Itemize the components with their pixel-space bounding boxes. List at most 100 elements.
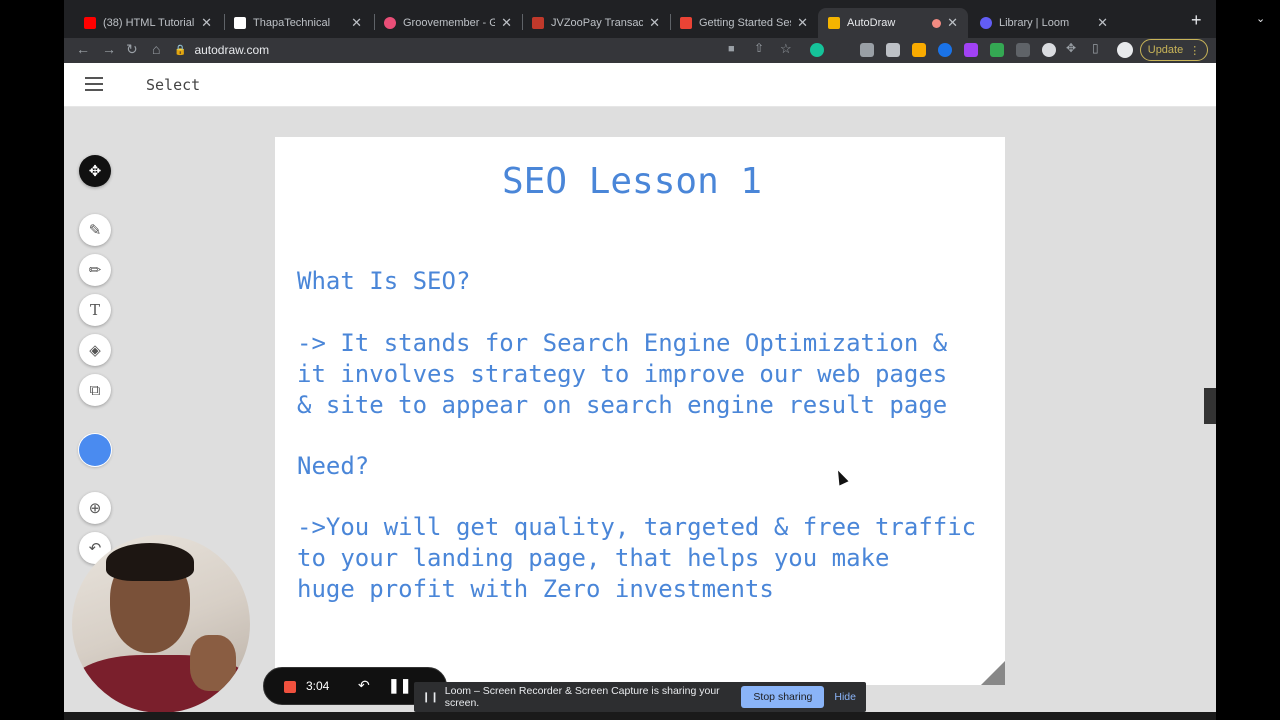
screen-share-notification: ❙❙ Loom – Screen Recorder & Screen Captu… — [414, 682, 866, 712]
close-icon[interactable]: ✕ — [947, 15, 958, 31]
tab-strip: (38) HTML Tutorial fo ✕ ThapaTechnical ✕… — [64, 0, 1265, 38]
tab-title: AutoDraw — [847, 17, 896, 29]
fill-tool[interactable]: ◈ — [79, 334, 111, 366]
tab-groovemember[interactable]: Groovemember - Grou ✕ — [374, 8, 522, 38]
canvas-question-1: What Is SEO? — [297, 267, 471, 295]
autodraw-tool[interactable]: ✎ — [79, 214, 111, 246]
function-ext-icon[interactable] — [1016, 43, 1030, 57]
hide-button[interactable]: Hide — [834, 691, 856, 703]
tab-search-icon[interactable]: ⌄ — [1256, 12, 1265, 25]
canvas-answer-2-line-3: huge profit with Zero investments — [297, 575, 774, 603]
home-icon[interactable]: ⌂ — [152, 41, 160, 57]
extension-icon[interactable] — [912, 43, 926, 57]
canvas-title: SEO Lesson 1 — [502, 161, 763, 202]
mode-label: Select — [146, 76, 201, 94]
bottom-bar — [64, 712, 1216, 720]
tab-html-tutorial[interactable]: (38) HTML Tutorial fo ✕ — [74, 8, 222, 38]
close-icon[interactable]: ✕ — [201, 15, 212, 31]
zoom-in-icon: ⊕ — [88, 500, 102, 517]
tab-title: (38) HTML Tutorial fo — [103, 17, 195, 29]
app-header: Select — [64, 63, 1216, 107]
back-icon[interactable]: ← — [76, 41, 90, 57]
extension-icon[interactable] — [938, 43, 952, 57]
tab-title: ThapaTechnical — [253, 17, 331, 29]
profile-avatar[interactable] — [1117, 42, 1133, 58]
webcam-bubble[interactable] — [72, 535, 250, 713]
extension-icon[interactable] — [990, 43, 1004, 57]
shapes-icon: ⧉ — [89, 381, 101, 399]
canvas-answer-2-line-2: to your landing page, that helps you mak… — [297, 544, 890, 572]
resize-handle-icon[interactable] — [981, 661, 1005, 685]
bookmark-star-icon[interactable]: ☆ — [780, 41, 792, 57]
canvas-answer-2-line-1: ->You will get quality, targeted & free … — [297, 513, 977, 541]
forward-icon[interactable]: → — [102, 41, 116, 57]
type-tool[interactable]: T — [79, 294, 111, 326]
page-icon — [234, 17, 246, 29]
autodraw-icon — [828, 17, 840, 29]
select-tool[interactable]: ✥ — [79, 155, 111, 187]
new-tab-icon[interactable]: + — [1191, 10, 1202, 31]
letterbox-left — [0, 0, 64, 720]
fill-bucket-icon: ◈ — [89, 342, 101, 359]
tab-getting-started[interactable]: Getting Started Sess ✕ — [670, 8, 818, 38]
canvas-question-2: Need? — [297, 452, 370, 480]
extension-icon[interactable] — [1042, 43, 1056, 57]
extensions-puzzle-icon[interactable]: ✥ — [1066, 41, 1076, 55]
recording-icon — [932, 18, 942, 28]
canvas-answer-1-line-2: it involves strategy to improve our web … — [297, 360, 948, 388]
drag-handle-icon[interactable]: ❙❙ — [422, 692, 439, 703]
canvas-answer-1-line-3: & site to appear on search engine result… — [297, 391, 948, 419]
jvzoo-icon — [532, 17, 544, 29]
shape-tool[interactable]: ⧉ — [79, 374, 111, 406]
side-panel-icon[interactable]: ▯ — [1092, 41, 1099, 55]
url-text: autodraw.com — [194, 43, 270, 57]
grammarly-icon[interactable] — [810, 43, 824, 57]
tab-autodraw[interactable]: AutoDraw ✕ — [818, 8, 968, 38]
color-picker[interactable] — [79, 434, 111, 466]
draw-tool[interactable]: ✏ — [79, 254, 111, 286]
camera-icon[interactable]: ■ — [728, 43, 735, 55]
hamburger-menu-icon[interactable] — [85, 77, 103, 91]
scrollbar-thumb[interactable] — [1204, 388, 1216, 424]
address-bar[interactable]: 🔒 autodraw.com — [174, 39, 804, 61]
presenter-hand — [190, 635, 236, 691]
gmail-ext-icon[interactable] — [886, 43, 900, 57]
youtube-icon — [84, 17, 96, 29]
recording-timer: 3:04 — [306, 679, 330, 693]
zoom-tool[interactable]: ⊕ — [79, 492, 111, 524]
tab-jvzoopay[interactable]: JVZooPay Transactio ✕ — [522, 8, 670, 38]
move-arrows-icon: ✥ — [88, 163, 102, 180]
loom-icon — [980, 17, 992, 29]
stop-recording-icon[interactable] — [284, 681, 296, 693]
browser-toolbar: ← → ↻ ⌂ 🔒 autodraw.com ■ ⇧ ☆ ✥ ▯ Update … — [64, 38, 1216, 63]
share-message: Loom – Screen Recorder & Screen Capture … — [444, 685, 720, 709]
close-icon[interactable]: ✕ — [501, 15, 512, 31]
stop-sharing-button[interactable]: Stop sharing — [741, 686, 825, 708]
canvas-answer-1-line-1: -> It stands for Search Engine Optimizat… — [297, 329, 948, 357]
tab-title: Getting Started Sess — [699, 17, 792, 29]
magic-pen-icon: ✎ — [88, 222, 102, 239]
tab-thapatechnical[interactable]: ThapaTechnical ✕ — [224, 8, 372, 38]
tab-loom-library[interactable]: Library | Loom ✕ — [970, 8, 1118, 38]
groove-icon — [384, 17, 396, 29]
lock-icon: 🔒 — [174, 44, 187, 56]
gmail-icon — [680, 17, 692, 29]
reload-icon[interactable]: ↻ — [126, 41, 138, 58]
letterbox-right — [1216, 0, 1280, 720]
presenter-hair — [106, 543, 194, 581]
tab-title: Groovemember - Grou — [403, 17, 496, 29]
drawing-canvas[interactable]: SEO Lesson 1 What Is SEO? -> It stands f… — [275, 137, 1005, 685]
close-icon[interactable]: ✕ — [797, 15, 808, 31]
share-icon[interactable]: ⇧ — [754, 41, 764, 55]
pause-icon[interactable]: ❚❚ — [388, 677, 411, 694]
update-label: Update — [1147, 44, 1184, 56]
extension-k-icon[interactable] — [836, 43, 850, 57]
restart-icon[interactable]: ↶ — [358, 677, 370, 694]
undo-icon: ↶ — [88, 540, 102, 557]
close-icon[interactable]: ✕ — [1097, 15, 1108, 31]
close-icon[interactable]: ✕ — [649, 15, 660, 31]
pen-ext-icon[interactable] — [964, 43, 978, 57]
extension-icon[interactable] — [860, 43, 874, 57]
close-icon[interactable]: ✕ — [351, 15, 362, 31]
update-button[interactable]: Update ⋮ — [1140, 39, 1208, 61]
